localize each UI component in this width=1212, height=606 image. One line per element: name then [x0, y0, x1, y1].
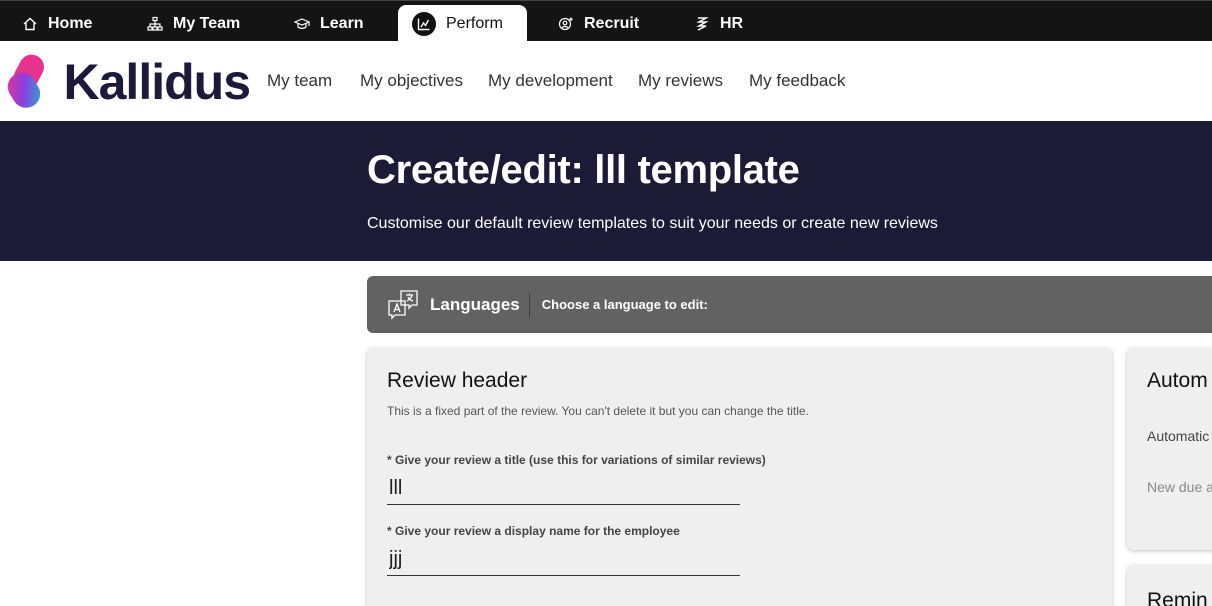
nav-my-feedback[interactable]: My feedback	[749, 71, 845, 91]
display-name-input[interactable]	[387, 544, 740, 576]
page-title: Create/edit: lll template	[367, 148, 800, 192]
recruit-icon	[558, 17, 573, 30]
languages-title: Languages	[430, 294, 520, 314]
nav-my-reviews[interactable]: My reviews	[638, 71, 723, 91]
review-header-card: Review header This is a fixed part of th…	[367, 348, 1112, 606]
automation-card: Autom Automatic when the New due after:	[1127, 348, 1212, 550]
nav-my-team[interactable]: My team	[267, 71, 332, 91]
review-title-input[interactable]	[387, 473, 740, 505]
graduation-cap-icon	[294, 17, 310, 29]
nav-my-objectives[interactable]: My objectives	[360, 71, 463, 91]
tab-hr-label: HR	[720, 14, 744, 32]
tab-my-team[interactable]: My Team	[133, 5, 254, 42]
review-title-label: * Give your review a title (use this for…	[387, 453, 766, 467]
display-name-label: * Give your review a display name for th…	[387, 524, 680, 538]
org-chart-icon	[147, 16, 163, 31]
performance-chart-icon	[412, 11, 436, 36]
review-header-title: Review header	[387, 369, 528, 392]
tab-perform[interactable]: Perform	[398, 5, 527, 42]
kallidus-logo-mark	[7, 54, 44, 108]
hr-icon	[696, 16, 709, 31]
tab-hr[interactable]: HR	[680, 5, 757, 42]
tab-home-label: Home	[48, 14, 93, 32]
tab-my-team-label: My Team	[173, 14, 241, 32]
nav-my-development[interactable]: My development	[488, 71, 613, 91]
automation-card-text: Automatic when the	[1147, 428, 1212, 444]
translate-icon	[388, 289, 418, 320]
tab-learn[interactable]: Learn	[280, 5, 378, 42]
reminder-card-title: Remin	[1147, 589, 1208, 606]
tab-learn-label: Learn	[320, 14, 364, 32]
review-header-description: This is a fixed part of the review. You …	[387, 404, 809, 418]
kallidus-logo[interactable]: Kallidus	[5, 45, 251, 119]
languages-hint: Choose a language to edit:	[541, 297, 708, 312]
product-switcher-bar: Home My Team Learn Perform Recruit HR	[0, 0, 1212, 42]
page-hero: Create/edit: lll template Customise our …	[0, 121, 1212, 261]
tab-home[interactable]: Home	[8, 5, 106, 42]
main-navigation: Kallidus My team My objectives My develo…	[0, 41, 1212, 121]
tab-recruit-label: Recruit	[584, 14, 640, 32]
tab-perform-label: Perform	[446, 14, 503, 32]
languages-divider	[528, 292, 530, 317]
page-subtitle: Customise our default review templates t…	[367, 215, 938, 232]
automation-card-due-text: New due after:	[1147, 479, 1212, 495]
brand-name: Kallidus	[63, 54, 251, 110]
reminder-card: Remin	[1127, 565, 1212, 606]
automation-card-title: Autom	[1147, 369, 1208, 392]
languages-bar[interactable]: Languages Choose a language to edit:	[367, 276, 1212, 333]
tab-recruit[interactable]: Recruit	[544, 5, 653, 42]
home-icon	[23, 17, 37, 30]
